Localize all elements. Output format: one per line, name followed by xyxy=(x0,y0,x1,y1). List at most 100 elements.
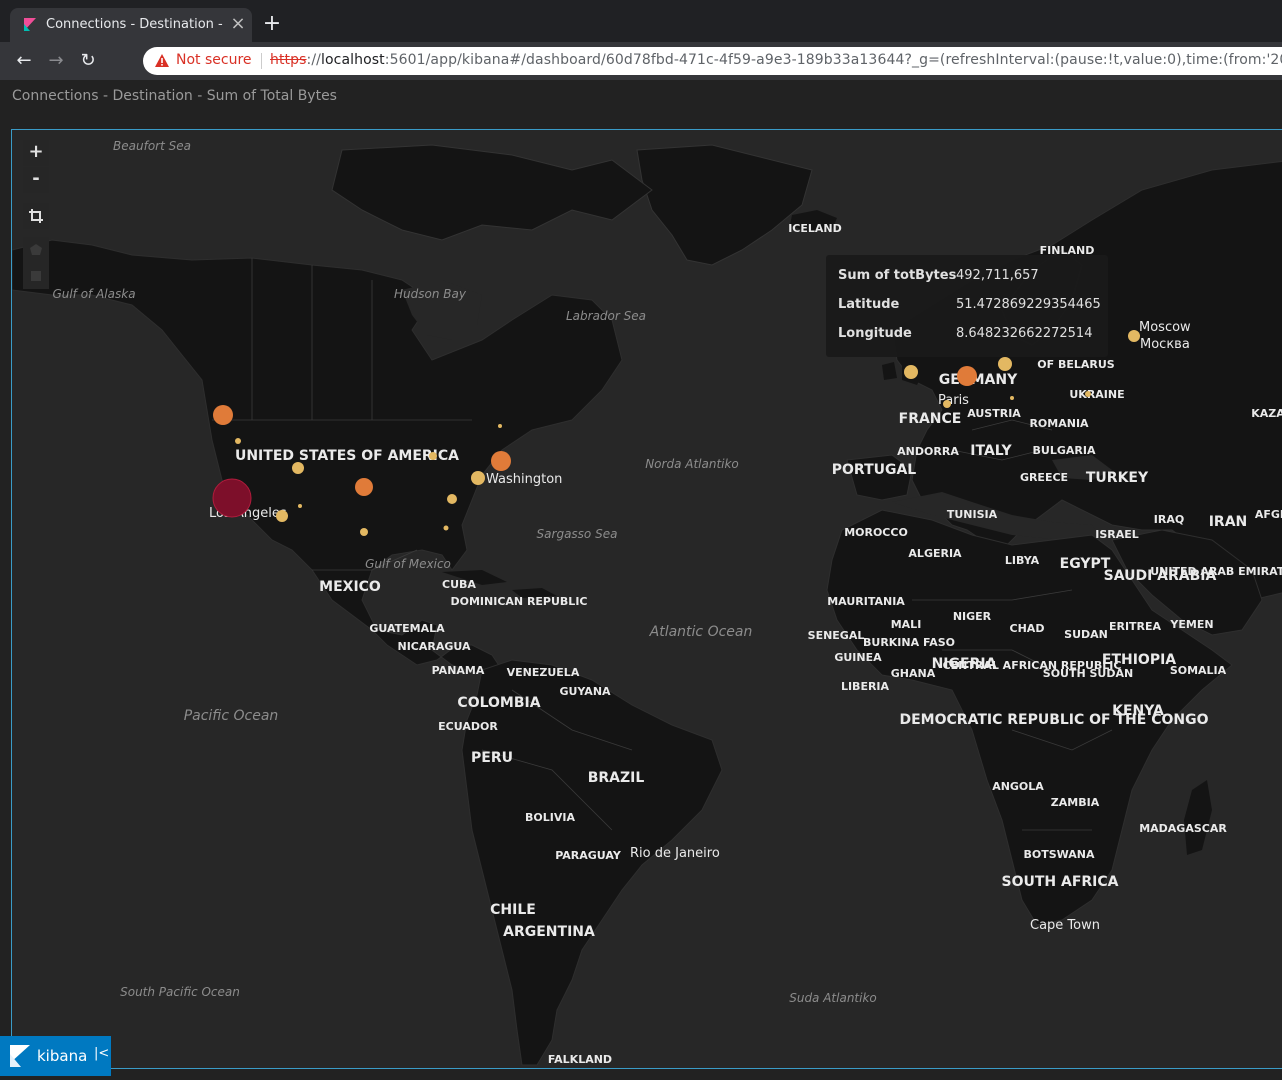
country-label: ICELAND xyxy=(788,222,842,235)
ocean-label: Suda Atlantiko xyxy=(789,991,877,1005)
country-label: LIBERIA xyxy=(841,680,890,693)
country-label: COLOMBIA xyxy=(457,695,540,711)
warning-triangle-icon xyxy=(155,54,169,67)
country-label: BOTSWANA xyxy=(1023,848,1095,861)
country-label: CUBA xyxy=(442,578,476,591)
collapse-sidebar-icon[interactable]: |< xyxy=(94,1046,109,1061)
forward-arrow-icon[interactable]: → xyxy=(46,51,66,71)
tab-close-icon[interactable]: × xyxy=(228,14,248,34)
country-label: PORTUGAL xyxy=(832,462,917,478)
fit-bounds-button[interactable] xyxy=(23,203,49,229)
not-secure-label[interactable]: Not secure xyxy=(176,52,252,68)
map-marker[interactable] xyxy=(292,462,304,474)
url-text[interactable]: https://localhost:5601/app/kibana#/dashb… xyxy=(270,52,1282,68)
map-marker[interactable] xyxy=(276,510,288,522)
country-label: MAURITANIA xyxy=(827,595,905,608)
country-label: ROMANIA xyxy=(1029,417,1089,430)
url-protocol: https xyxy=(270,52,307,68)
map-marker[interactable] xyxy=(443,525,449,531)
country-label: ARGENTINA xyxy=(503,924,595,940)
map-marker[interactable] xyxy=(213,405,233,425)
ocean-label: Atlantic Ocean xyxy=(649,624,753,640)
tab-title: Connections - Destination - xyxy=(46,17,223,32)
zoom-out-button[interactable]: - xyxy=(23,167,49,193)
zoom-in-button[interactable]: + xyxy=(23,140,49,166)
country-label: BOLIVIA xyxy=(525,811,575,824)
address-bar[interactable]: Not secure https://localhost:5601/app/ki… xyxy=(143,47,1282,75)
ocean-label: South Pacific Ocean xyxy=(120,985,240,999)
draw-polygon-button[interactable] xyxy=(23,237,49,263)
map-marker[interactable] xyxy=(447,494,457,504)
map-marker[interactable] xyxy=(943,400,951,408)
map-marker[interactable] xyxy=(491,451,511,471)
browser-tab-bar: Connections - Destination - × + xyxy=(0,0,1282,42)
country-label: FALKLAND xyxy=(548,1053,612,1066)
country-label: UNITED STATES OF AMERICA xyxy=(235,448,459,464)
map-marker[interactable] xyxy=(957,366,977,386)
map-marker[interactable] xyxy=(235,438,241,444)
country-label: IRAQ xyxy=(1154,513,1184,526)
rectangle-icon xyxy=(31,271,41,281)
kibana-favicon-icon xyxy=(24,18,36,31)
polygon-icon xyxy=(30,244,42,255)
url-path: :5601/app/kibana#/dashboard/60d78fbd-471… xyxy=(384,52,1282,68)
country-label: DOMINICAN REPUBLIC xyxy=(451,595,588,608)
map-marker[interactable] xyxy=(998,357,1012,371)
country-label: PANAMA xyxy=(432,664,485,677)
country-label: VENEZUELA xyxy=(507,666,580,679)
new-tab-icon[interactable]: + xyxy=(262,13,282,35)
country-label: NICARAGUA xyxy=(397,640,470,653)
kibana-brand-label: kibana xyxy=(37,1047,88,1065)
tooltip-key: Longitude xyxy=(838,326,912,341)
ocean-label: Sargasso Sea xyxy=(537,527,618,541)
country-label: MEXICO xyxy=(319,579,381,595)
map-marker[interactable] xyxy=(360,528,368,536)
country-label: SUDAN xyxy=(1064,628,1108,641)
panel-title: Connections - Destination - Sum of Total… xyxy=(12,88,337,104)
country-label: CHAD xyxy=(1010,622,1045,635)
country-label: NIGER xyxy=(953,610,992,623)
country-label: CHILE xyxy=(490,902,536,918)
map-marker[interactable] xyxy=(471,471,485,485)
country-label: IRAN xyxy=(1209,514,1248,530)
back-arrow-icon[interactable]: ← xyxy=(14,51,34,71)
country-label: GHANA xyxy=(891,667,936,680)
ocean-label: Labrador Sea xyxy=(566,309,646,323)
country-label: GUATEMALA xyxy=(369,622,445,635)
ocean-label: Hudson Bay xyxy=(394,287,467,301)
map-marker[interactable] xyxy=(355,478,373,496)
map-marker[interactable] xyxy=(298,504,302,508)
city-label: Cape Town xyxy=(1030,918,1100,933)
country-label: KAZA xyxy=(1251,407,1282,420)
draw-rectangle-button[interactable] xyxy=(23,263,49,289)
country-label: ERITREA xyxy=(1109,620,1162,633)
tooltip-value: 492,711,657 xyxy=(956,268,1039,283)
map-marker[interactable] xyxy=(1085,391,1091,397)
map-marker[interactable] xyxy=(1128,330,1140,342)
country-label: OF BELARUS xyxy=(1037,358,1115,371)
country-label: DEMOCRATIC REPUBLIC OF THE CONGO xyxy=(900,712,1209,728)
map-marker[interactable] xyxy=(904,365,918,379)
map-marker[interactable] xyxy=(429,452,437,460)
ocean-label: Gulf of Mexico xyxy=(365,557,451,571)
map-marker[interactable] xyxy=(1010,396,1014,400)
map-marker[interactable] xyxy=(498,424,502,428)
country-label: ANDORRA xyxy=(897,445,959,458)
country-label: SENEGAL xyxy=(808,629,865,642)
country-label: PERU xyxy=(471,750,513,766)
city-label: Москва xyxy=(1140,337,1190,352)
country-label: SOUTH AFRICA xyxy=(1002,874,1119,890)
country-label: GUYANA xyxy=(559,685,611,698)
city-label: Paris xyxy=(938,393,969,408)
country-label: GUINEA xyxy=(834,651,882,664)
reload-icon[interactable]: ↻ xyxy=(78,51,98,71)
address-separator xyxy=(261,53,262,69)
map-marker[interactable] xyxy=(212,478,252,518)
tooltip-key: Sum of totBytes xyxy=(838,268,957,283)
country-label: BURKINA FASO xyxy=(863,636,955,649)
country-label: TURKEY xyxy=(1086,470,1149,486)
country-label: BULGARIA xyxy=(1033,444,1096,457)
kibana-badge[interactable]: kibana |< xyxy=(0,1036,111,1076)
country-label: ISRAEL xyxy=(1095,528,1139,541)
browser-tab[interactable]: Connections - Destination - × xyxy=(10,8,252,42)
